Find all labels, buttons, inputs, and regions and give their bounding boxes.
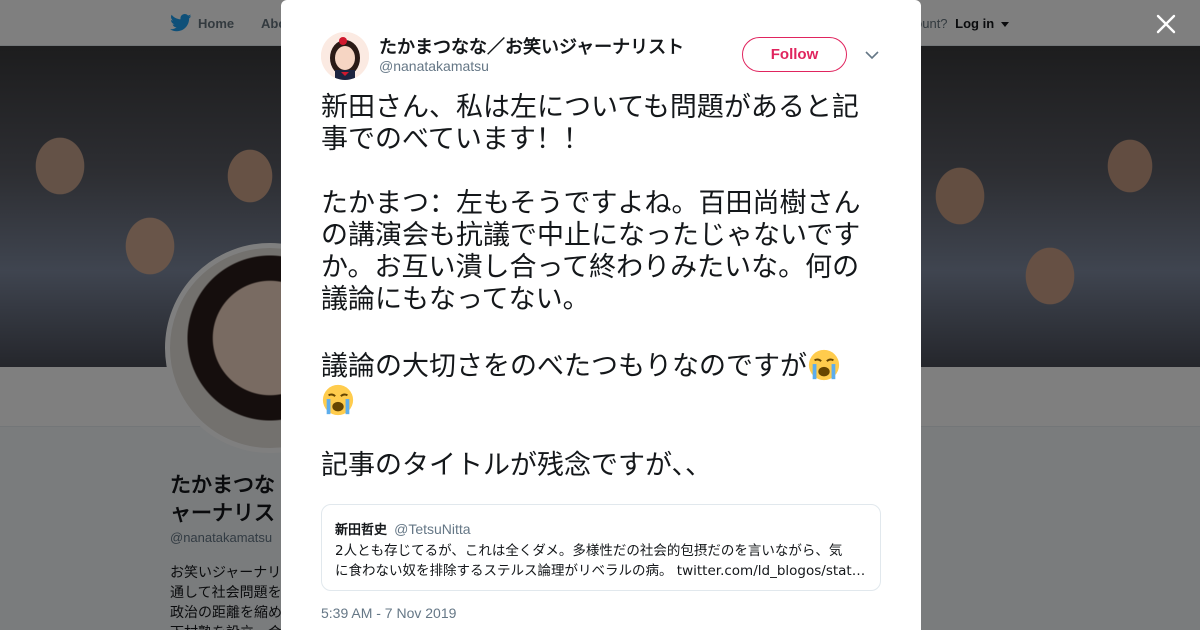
quoted-author-handle: @TetsuNitta <box>394 521 471 537</box>
tweet-paragraph: 記事のタイトルが残念ですが、、 <box>321 450 712 481</box>
follow-button[interactable]: Follow <box>742 37 847 72</box>
quoted-text-line: 2人とも存じてるが、これは全くダメ。多様性だの社会的包摂だのを言いながら、気 <box>335 543 843 559</box>
loudly-crying-face-icon <box>808 349 840 381</box>
quoted-tweet[interactable]: 新田哲史 @TetsuNitta 2人とも存じてるが、これは全くダメ。多様性だの… <box>321 504 881 591</box>
close-icon <box>1156 14 1176 34</box>
quoted-link[interactable]: twitter.com/ld_blogos/stat… <box>677 563 865 579</box>
close-modal-button[interactable] <box>1154 12 1178 36</box>
tweet-paragraph: 新田さん、私は左についても問題があると記事でのべています！！ <box>321 92 859 155</box>
loudly-crying-face-icon <box>322 384 354 416</box>
chevron-down-icon <box>865 51 879 60</box>
author-handle[interactable]: @nanatakamatsu <box>379 58 489 74</box>
tweet-paragraph-with-emoji: 議論の大切さをのべたつもりなのですが <box>321 348 885 418</box>
quoted-tweet-text: 2人とも存じてるが、これは全くダメ。多様性だの社会的包摂だのを言いながら、気 に… <box>335 541 865 581</box>
quoted-text-line: に食わない奴を排除するステルス論理がリベラルの病。 twitter.com/ld… <box>335 561 865 581</box>
tweet-modal: たかまつなな／お笑いジャーナリスト @nanatakamatsu Follow … <box>281 0 921 630</box>
author-avatar-image <box>321 32 369 80</box>
author-name[interactable]: たかまつなな／お笑いジャーナリスト <box>379 33 684 59</box>
quoted-tweet-header: 新田哲史 @TetsuNitta <box>335 519 471 538</box>
tweet-text: 新田さん、私は左についても問題があると記事でのべています！！ たかまつ：左もそう… <box>321 92 885 514</box>
author-avatar[interactable] <box>321 32 369 80</box>
quoted-text-line2: に食わない奴を排除するステルス論理がリベラルの病。 <box>335 563 673 579</box>
tweet-timestamp[interactable]: 5:39 AM - 7 Nov 2019 <box>321 605 456 621</box>
more-options-button[interactable] <box>864 47 880 63</box>
tweet-paragraph: たかまつ：左もそうですよね。百田尚樹さんの講演会も抗議で中止になったじゃないです… <box>321 188 861 315</box>
quoted-author-name: 新田哲史 <box>335 523 388 538</box>
tweet-paragraph-text: 議論の大切さをのべたつもりなのですが <box>321 351 807 382</box>
